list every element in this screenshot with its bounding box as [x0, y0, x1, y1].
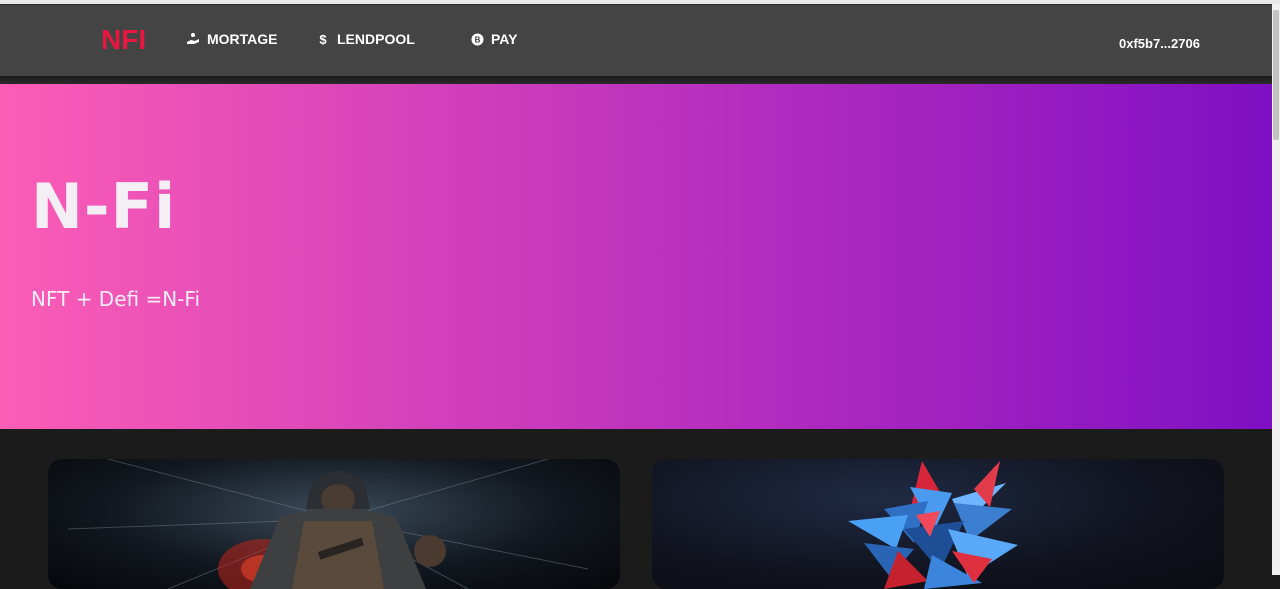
- hero-subtitle: NFT + Defi =N-Fi: [31, 287, 201, 311]
- nav-item-mortage[interactable]: MORTAGE: [186, 31, 278, 47]
- svg-text:B: B: [474, 35, 480, 44]
- vertical-scrollbar[interactable]: [1272, 4, 1280, 575]
- nav-item-label: PAY: [491, 31, 518, 47]
- hero-banner: N-Fi NFT + Defi =N-Fi: [0, 84, 1272, 429]
- top-navbar: NFI MORTAGE $ LENDPOOL B PAY 0xf5b7...27…: [0, 4, 1272, 77]
- nav-item-label: LENDPOOL: [337, 31, 415, 47]
- nav-item-label: MORTAGE: [207, 31, 278, 47]
- nav-item-lendpool[interactable]: $ LENDPOOL: [316, 31, 415, 47]
- scrollbar-thumb[interactable]: [1273, 10, 1279, 140]
- hero-title: N-Fi: [31, 170, 177, 243]
- nft-card[interactable]: [48, 459, 620, 589]
- nft-card[interactable]: [652, 459, 1224, 589]
- mortgage-hand-icon: [186, 31, 200, 47]
- navbar-shadow: [0, 76, 1272, 84]
- dollar-icon: $: [319, 31, 327, 47]
- bitcoin-icon: B: [470, 31, 484, 47]
- assassin-character-image: [67, 459, 589, 589]
- abstract-crystal-image: [848, 461, 1018, 589]
- wallet-address[interactable]: 0xf5b7...2706: [1119, 36, 1200, 51]
- logo[interactable]: NFI: [101, 24, 146, 56]
- nav-item-pay[interactable]: B PAY: [470, 31, 517, 47]
